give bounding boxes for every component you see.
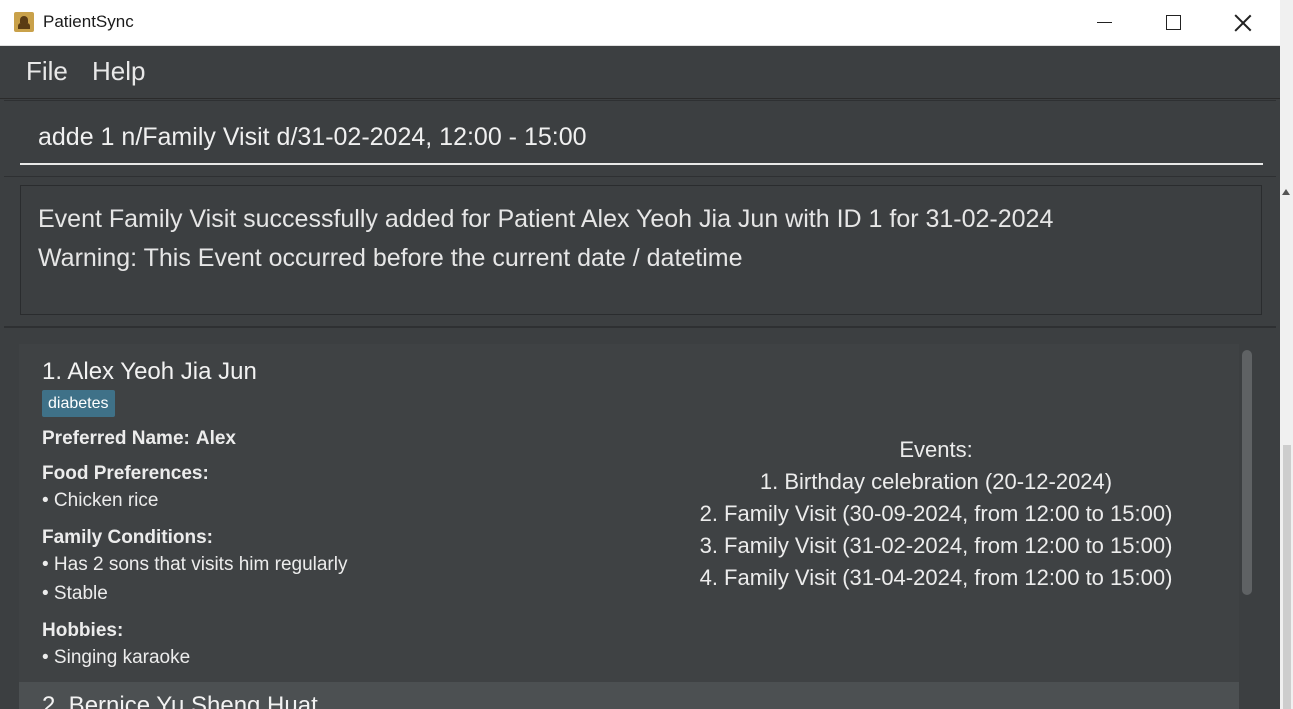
event-item: 3. Family Visit (31-02-2024, from 12:00 …	[699, 533, 1173, 558]
preferred-name-row: Preferred Name: Alex	[42, 428, 236, 450]
events-section: Events: 1. Birthday celebration (20-12-2…	[619, 434, 1253, 594]
scrollbar-thumb[interactable]	[1242, 350, 1252, 595]
food-preference-item: • Chicken rice	[42, 490, 159, 511]
result-message: Event Family Visit successfully added fo…	[38, 205, 1054, 233]
app-icon	[14, 12, 34, 32]
menu-bar: File Help	[0, 46, 1280, 99]
food-preferences-label: Food Preferences:	[42, 463, 209, 484]
result-warning: Warning: This Event occurred before the …	[38, 244, 743, 272]
scroll-up-arrow-icon[interactable]	[1282, 189, 1290, 195]
family-conditions-label: Family Conditions:	[42, 527, 213, 548]
patient-name: 2. Bernice Yu Sheng Huat	[42, 692, 318, 709]
window-scrollbar[interactable]	[1280, 0, 1293, 709]
menu-file[interactable]: File	[26, 56, 68, 87]
window-scrollbar-thumb[interactable]	[1283, 445, 1291, 709]
family-condition-item: • Has 2 sons that visits him regularly	[42, 554, 348, 575]
event-item: 2. Family Visit (30-09-2024, from 12:00 …	[699, 501, 1173, 526]
result-display: Event Family Visit successfully added fo…	[4, 176, 1276, 325]
patient-list: 1. Alex Yeoh Jia Jun diabetes Preferred …	[4, 326, 1276, 709]
command-input[interactable]	[20, 111, 1263, 165]
preferred-name-label: Preferred Name:	[42, 428, 190, 449]
hobbies-label: Hobbies:	[42, 620, 124, 641]
family-condition-item: • Stable	[42, 583, 108, 604]
preferred-name-value: Alex	[195, 428, 236, 449]
event-item: 4. Family Visit (31-04-2024, from 12:00 …	[699, 565, 1173, 590]
events-label: Events:	[899, 437, 973, 462]
patient-name: 1. Alex Yeoh Jia Jun	[42, 358, 257, 385]
event-item: 1. Birthday celebration (20-12-2024)	[759, 469, 1113, 494]
hobby-item: • Singing karaoke	[42, 647, 191, 668]
minimize-button[interactable]	[1075, 0, 1133, 45]
title-bar: PatientSync	[0, 0, 1280, 46]
app-window: PatientSync File Help Event Family Visit…	[0, 0, 1280, 709]
patient-list-scrollbar[interactable]	[1239, 348, 1255, 598]
maximize-button[interactable]	[1144, 0, 1202, 45]
close-icon	[1234, 14, 1252, 32]
window-title: PatientSync	[43, 12, 134, 31]
patient-card[interactable]: 1. Alex Yeoh Jia Jun diabetes Preferred …	[19, 344, 1239, 682]
minimize-icon	[1096, 21, 1112, 24]
patient-card[interactable]: 2. Bernice Yu Sheng Huat	[19, 682, 1239, 709]
menu-help[interactable]: Help	[92, 56, 145, 87]
result-text-area[interactable]: Event Family Visit successfully added fo…	[20, 185, 1262, 315]
maximize-icon	[1165, 15, 1181, 30]
condition-tag: diabetes	[42, 390, 115, 417]
command-box	[4, 100, 1276, 175]
close-button[interactable]	[1214, 0, 1272, 45]
